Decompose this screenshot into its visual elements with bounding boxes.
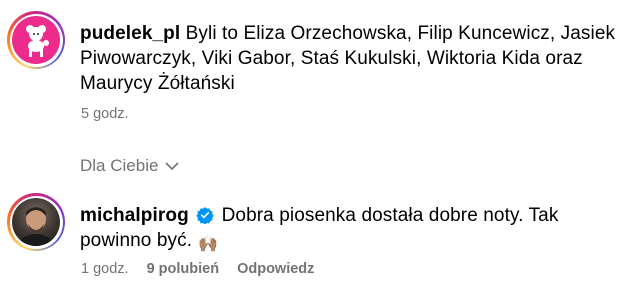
likes-count[interactable]: 9 polubień: [147, 261, 220, 277]
verified-badge-icon: [196, 207, 214, 224]
section-label: Dla Ciebie: [80, 156, 159, 175]
comment-username[interactable]: pudelek_pl: [80, 23, 180, 44]
raising-hands-emoji: 🙌🏽: [198, 236, 219, 253]
section-for-you[interactable]: Dla Ciebie: [80, 156, 180, 176]
comment-time[interactable]: 1 godz.: [81, 261, 129, 277]
comment-meta: 1 godz. 9 polubień Odpowiedz: [81, 261, 314, 277]
reply-button[interactable]: Odpowiedz: [237, 261, 314, 277]
pudelek-logo: [12, 16, 60, 64]
comment-time[interactable]: 5 godz.: [81, 106, 129, 122]
avatar-michalpirog[interactable]: [7, 193, 65, 251]
comment-body: pudelek_pl Byli to Eliza Orzechowska, Fi…: [80, 21, 620, 96]
chevron-down-icon: [165, 162, 180, 171]
avatar-pudelek[interactable]: [7, 11, 65, 69]
poodle-icon: [26, 25, 49, 57]
comment-username[interactable]: michalpirog: [80, 205, 189, 226]
comment-meta: 5 godz.: [81, 106, 129, 122]
profile-photo: [12, 198, 60, 246]
person-photo-icon: [18, 207, 54, 246]
comment-body: michalpirog Dobra piosenka dostała dobre…: [80, 203, 620, 257]
